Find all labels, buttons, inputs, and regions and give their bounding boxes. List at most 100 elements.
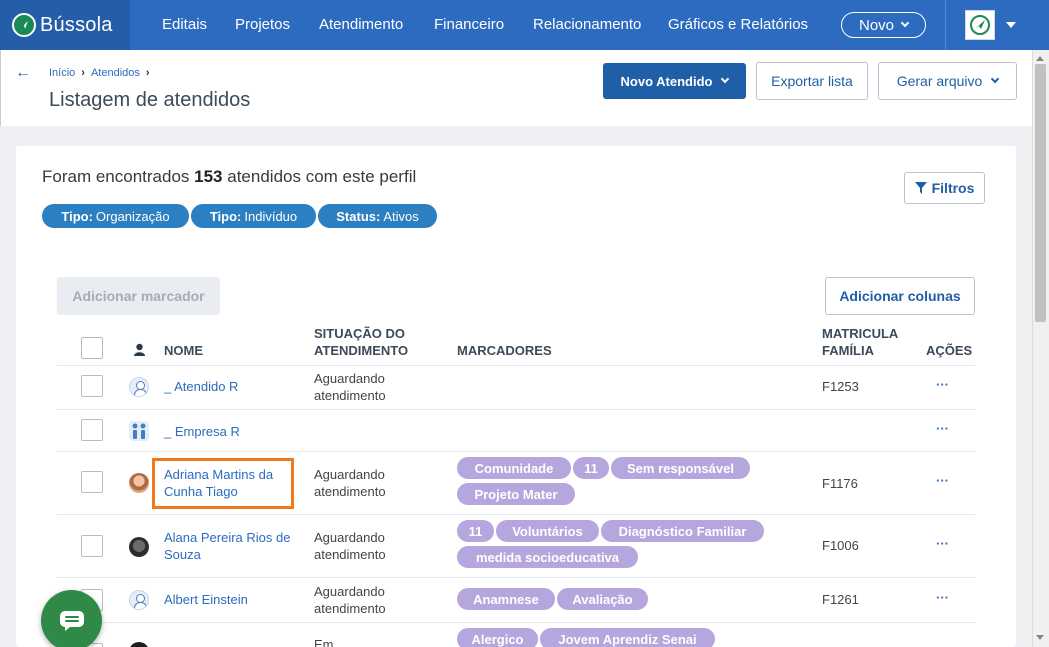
marker-tag[interactable]: medida socioeducativa xyxy=(457,546,638,568)
filter-icon xyxy=(914,182,927,194)
person-icon xyxy=(134,343,145,356)
nav-divider xyxy=(945,0,946,50)
chevron-down-icon xyxy=(991,74,1000,84)
compass-logo-icon xyxy=(12,13,36,37)
row-status: Em xyxy=(314,637,334,647)
scrollbar-thumb[interactable] xyxy=(1035,64,1046,322)
chip-value: Ativos xyxy=(383,208,419,224)
marker-tag[interactable]: Avaliação xyxy=(557,588,648,610)
marker-tag[interactable]: Diagnóstico Familiar xyxy=(601,520,764,542)
nav-financeiro[interactable]: Financeiro xyxy=(434,0,504,50)
default-avatar-icon xyxy=(129,377,149,397)
marker-tag[interactable]: 11 xyxy=(573,457,609,479)
nav-editais[interactable]: Editais xyxy=(162,0,207,50)
row-name-link[interactable]: Albert Einstein xyxy=(164,591,248,608)
row-status: Aguardando xyxy=(314,530,385,545)
row-matricula: F1006 xyxy=(822,538,859,553)
scroll-down-arrow-icon[interactable] xyxy=(1036,635,1044,640)
row-actions-menu-icon[interactable]: ··· xyxy=(936,377,949,392)
exportar-lista-label: Exportar lista xyxy=(771,73,853,89)
row-status: Aguardando xyxy=(314,467,385,482)
breadcrumb-separator-icon: › xyxy=(145,67,150,79)
marker-tag[interactable]: Comunidade xyxy=(457,457,571,479)
marker-tag[interactable]: Voluntários xyxy=(496,520,599,542)
row-status: atendimento xyxy=(314,601,386,616)
nav-graficos-relatorios[interactable]: Gráficos e Relatórios xyxy=(668,0,808,50)
row-checkbox[interactable] xyxy=(81,375,103,397)
compass-avatar-icon xyxy=(970,15,990,35)
novo-label: Novo xyxy=(858,16,895,34)
row-name-link[interactable]: Alana Pereira Rios de xyxy=(164,529,290,546)
chat-button[interactable] xyxy=(41,590,102,647)
scroll-up-arrow-icon[interactable] xyxy=(1036,56,1044,61)
chevron-down-icon xyxy=(721,74,730,84)
nav-projetos[interactable]: Projetos xyxy=(235,0,290,50)
novo-atendido-button[interactable]: Novo Atendido xyxy=(603,63,746,99)
chip-key: Status: xyxy=(336,208,381,224)
row-status: Aguardando xyxy=(314,584,385,599)
marker-tag[interactable]: Projeto Mater xyxy=(457,483,575,505)
row-name-link[interactable]: _ Atendido R xyxy=(164,378,238,395)
marker-tag[interactable]: Jovem Aprendiz Senai xyxy=(540,628,715,647)
breadcrumb-home[interactable]: Início xyxy=(49,67,75,79)
filter-chip-tipo-individuo[interactable]: Tipo: Indivíduo xyxy=(191,204,316,228)
filtros-label: Filtros xyxy=(931,180,975,196)
row-actions-menu-icon[interactable]: ··· xyxy=(936,536,949,551)
row-actions-menu-icon[interactable]: ··· xyxy=(936,590,949,605)
row-actions-menu-icon[interactable]: ··· xyxy=(936,421,949,436)
row-actions-menu-icon[interactable]: ··· xyxy=(936,473,949,488)
column-header-situacao-line2[interactable]: ATENDIMENTO xyxy=(314,342,408,359)
novo-atendido-label: Novo Atendido xyxy=(620,73,713,89)
chip-key: Tipo: xyxy=(61,208,93,224)
chip-value: Organização xyxy=(95,208,170,224)
column-header-marcadores[interactable]: MARCADORES xyxy=(457,342,552,359)
column-header-situacao-line1[interactable]: SITUAÇÃO DO xyxy=(314,325,405,342)
filtros-button[interactable]: Filtros xyxy=(904,172,985,204)
row-matricula: F1176 xyxy=(822,476,858,491)
row-checkbox[interactable] xyxy=(81,419,103,441)
back-arrow-icon[interactable]: ← xyxy=(15,64,31,82)
marker-tag[interactable]: Anamnese xyxy=(457,588,555,610)
row-status: atendimento xyxy=(314,484,386,499)
marker-tag[interactable]: 11 xyxy=(457,520,494,542)
select-all-checkbox[interactable] xyxy=(81,337,103,359)
row-status: atendimento xyxy=(314,388,386,403)
gerar-arquivo-button[interactable]: Gerar arquivo xyxy=(878,62,1017,100)
row-matricula: F1261 xyxy=(822,592,859,607)
nav-atendimento[interactable]: Atendimento xyxy=(319,0,403,50)
novo-dropdown-button[interactable]: Novo xyxy=(841,12,926,38)
row-divider xyxy=(57,409,975,410)
summary-count: 153 xyxy=(194,167,223,186)
exportar-lista-button[interactable]: Exportar lista xyxy=(756,62,868,100)
marker-tag[interactable]: Alergico xyxy=(457,628,538,647)
brand[interactable]: Bússola xyxy=(0,0,130,50)
user-menu-caret-icon[interactable] xyxy=(1006,22,1016,28)
column-header-matricula-line2[interactable]: FAMÍLIA xyxy=(822,342,874,359)
chevron-down-icon xyxy=(900,18,910,28)
row-checkbox[interactable] xyxy=(81,535,103,557)
row-divider xyxy=(57,451,975,452)
chip-value: Indivíduo xyxy=(244,208,298,224)
user-avatar[interactable] xyxy=(965,10,995,40)
page-header: ← Início › Atendidos › Listagem de atend… xyxy=(0,50,1032,126)
adicionar-colunas-button[interactable]: Adicionar colunas xyxy=(825,277,975,315)
filter-chip-tipo-organizacao[interactable]: Tipo: Organização xyxy=(42,204,189,228)
marker-tag[interactable]: Sem responsável xyxy=(611,457,750,479)
breadcrumb-current[interactable]: Atendidos xyxy=(91,67,140,79)
adicionar-marcador-button[interactable]: Adicionar marcador xyxy=(57,277,220,315)
row-checkbox[interactable] xyxy=(81,471,103,493)
highlight-box xyxy=(152,458,294,509)
chip-key: Tipo: xyxy=(209,208,242,224)
column-header-matricula-line1[interactable]: MATRICULA xyxy=(822,325,898,342)
row-name-link[interactable]: Souza xyxy=(164,546,201,563)
filter-chip-status-ativos[interactable]: Status: Ativos xyxy=(318,204,437,228)
row-status: Aguardando xyxy=(314,371,385,386)
row-divider xyxy=(57,622,975,623)
gerar-arquivo-label: Gerar arquivo xyxy=(896,73,983,89)
row-name-link[interactable]: _ Empresa R xyxy=(164,423,240,440)
user-photo-avatar xyxy=(129,473,149,493)
header-divider xyxy=(57,365,975,366)
column-header-nome[interactable]: NOME xyxy=(164,342,203,359)
brand-name: Bússola xyxy=(40,13,113,36)
nav-relacionamento[interactable]: Relacionamento xyxy=(533,0,641,50)
